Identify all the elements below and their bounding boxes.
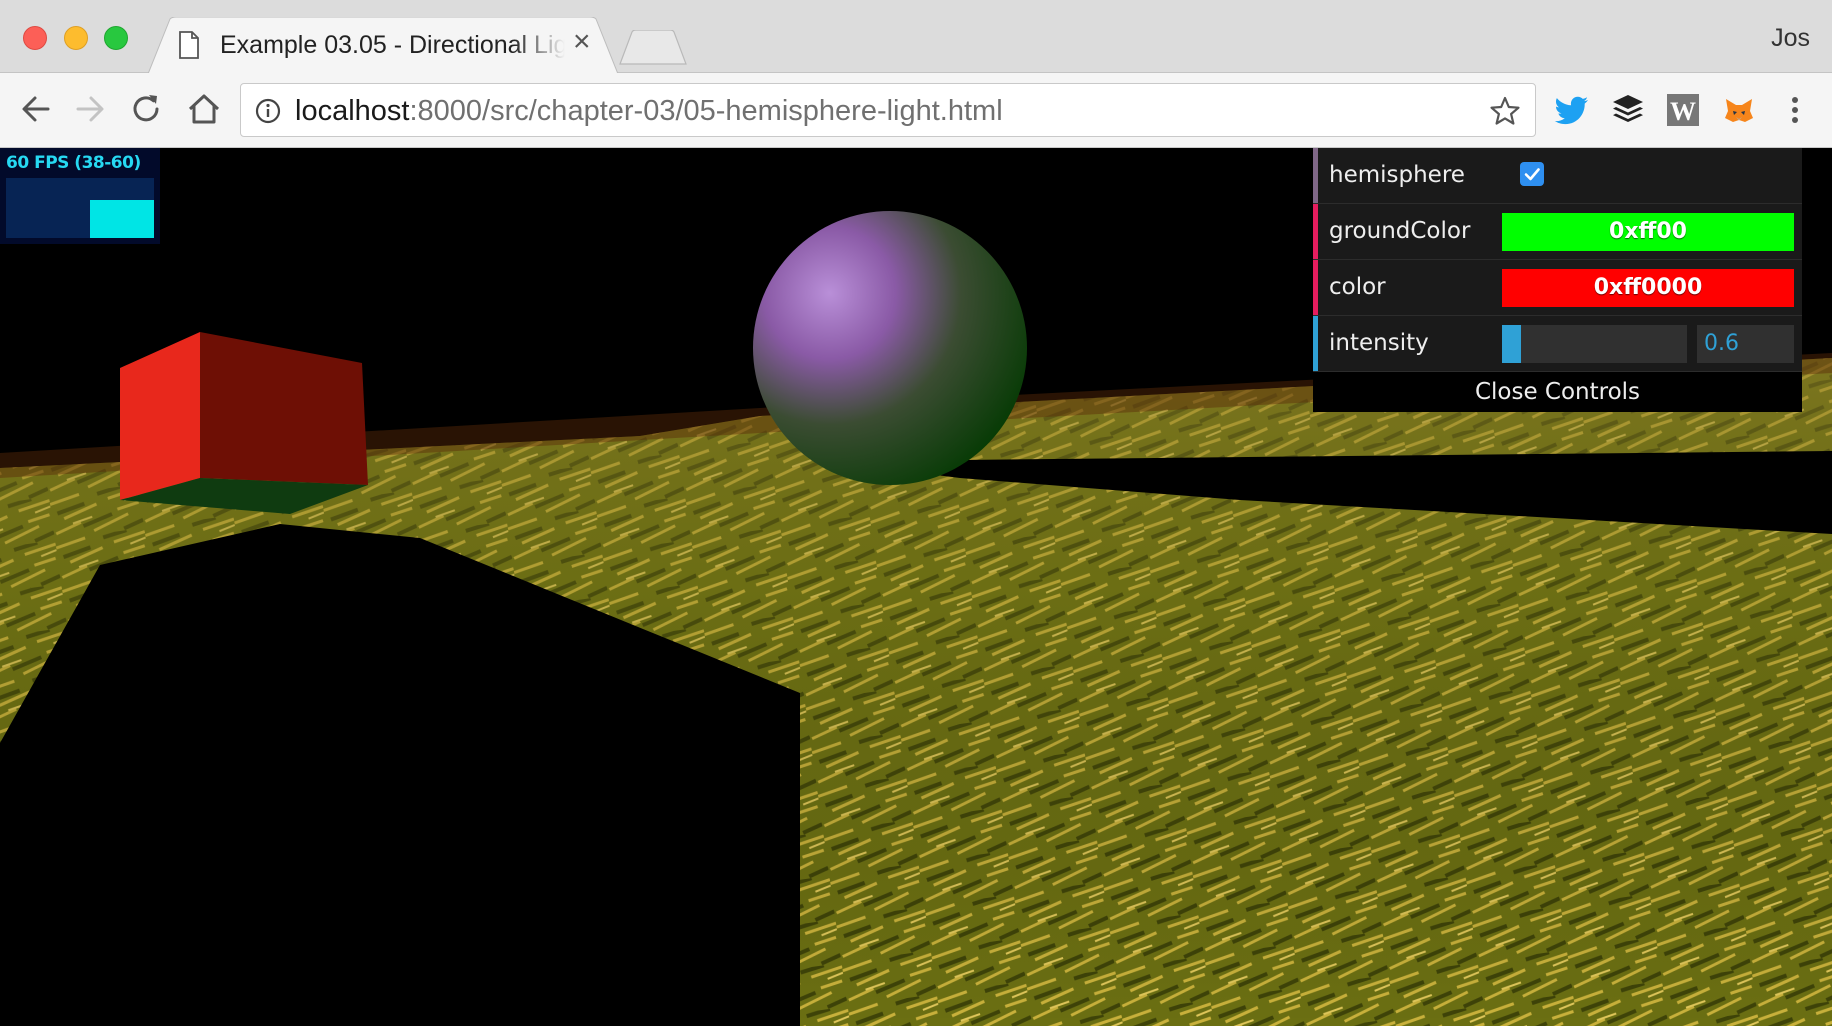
back-arrow-icon[interactable] <box>16 89 56 129</box>
tab-strip: Example 03.05 - Directional Light × Jos <box>0 0 1832 74</box>
control-hemisphere: hemisphere <box>1313 148 1802 204</box>
row-accent <box>1313 148 1318 203</box>
zoom-window-button[interactable] <box>104 26 128 50</box>
color-input[interactable]: 0xff0000 <box>1502 269 1794 307</box>
fps-readout: 60 FPS (38-60) <box>6 153 141 173</box>
svg-text:W: W <box>1670 97 1696 126</box>
buffer-stack-icon[interactable] <box>1609 91 1647 129</box>
tab-title: Example 03.05 - Directional Light <box>220 31 565 59</box>
kebab-menu-icon[interactable] <box>1776 91 1814 129</box>
star-icon[interactable] <box>1489 95 1521 127</box>
intensity-slider[interactable] <box>1502 325 1687 363</box>
control-ground-color: groundColor 0xff00 <box>1313 204 1802 260</box>
row-accent <box>1313 204 1318 259</box>
browser-window: Example 03.05 - Directional Light × Jos <box>0 0 1832 1026</box>
hemisphere-label: hemisphere <box>1329 162 1465 188</box>
new-tab-button[interactable] <box>618 30 688 66</box>
url-path: :8000/src/chapter-03/05-hemisphere-light… <box>409 95 1003 127</box>
intensity-value-input[interactable]: 0.6 <box>1697 325 1794 363</box>
document-icon <box>179 31 199 59</box>
intensity-label: intensity <box>1329 330 1429 356</box>
metamask-fox-icon[interactable] <box>1720 91 1758 129</box>
twitter-icon[interactable] <box>1553 91 1591 129</box>
reload-icon[interactable] <box>126 89 166 129</box>
hemisphere-checkbox[interactable] <box>1520 162 1544 186</box>
row-accent <box>1313 260 1318 315</box>
close-controls-button[interactable]: Close Controls <box>1313 372 1802 412</box>
intensity-slider-fill <box>1502 325 1521 363</box>
ground-color-input[interactable]: 0xff00 <box>1502 213 1794 251</box>
checkmark-icon <box>1524 168 1540 181</box>
close-window-button[interactable] <box>23 26 47 50</box>
minimize-window-button[interactable] <box>64 26 88 50</box>
fps-graph <box>6 178 154 238</box>
home-icon[interactable] <box>184 89 224 129</box>
control-color: color 0xff0000 <box>1313 260 1802 316</box>
fps-graph-bar <box>90 200 154 238</box>
browser-toolbar: localhost:8000/src/chapter-03/05-hemisph… <box>0 73 1832 148</box>
close-icon[interactable]: × <box>573 27 591 57</box>
fps-stats-panel[interactable]: 60 FPS (38-60) <box>0 148 160 244</box>
webgl-canvas[interactable]: 60 FPS (38-60) hemisphere groundColor 0x… <box>0 148 1832 1026</box>
controls-panel: hemisphere groundColor 0xff00 color 0xff… <box>1313 148 1802 412</box>
forward-arrow-icon[interactable] <box>70 89 110 129</box>
url-host: localhost <box>295 95 410 127</box>
color-label: color <box>1329 274 1386 300</box>
url-text[interactable]: localhost:8000/src/chapter-03/05-hemisph… <box>295 95 1003 128</box>
row-accent <box>1313 316 1318 371</box>
address-bar[interactable]: localhost:8000/src/chapter-03/05-hemisph… <box>240 83 1536 137</box>
active-tab[interactable]: Example 03.05 - Directional Light × <box>148 17 618 74</box>
control-intensity: intensity 0.6 <box>1313 316 1802 372</box>
profile-name[interactable]: Jos <box>1771 24 1810 53</box>
info-icon[interactable] <box>255 98 281 124</box>
ground-color-label: groundColor <box>1329 218 1471 244</box>
w-extension-icon[interactable]: W <box>1664 91 1702 129</box>
